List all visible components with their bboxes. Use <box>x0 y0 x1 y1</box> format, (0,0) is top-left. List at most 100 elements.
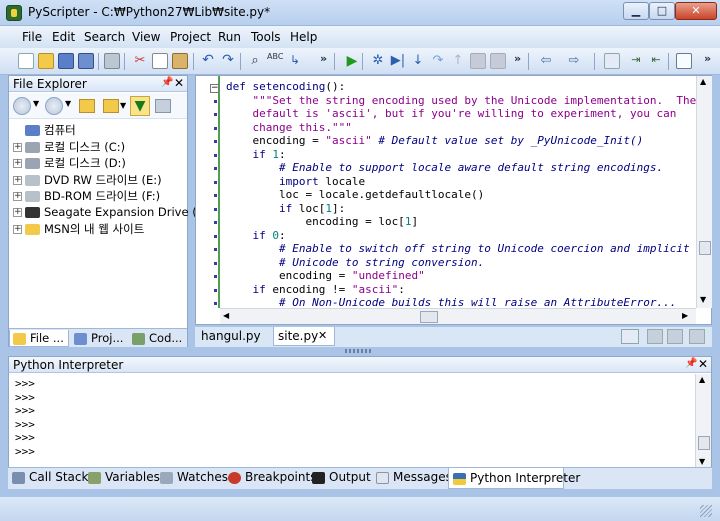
undo-icon[interactable]: ↶ <box>200 53 216 69</box>
close-icon[interactable]: ✕ <box>174 76 184 90</box>
save-all-icon[interactable] <box>78 53 94 69</box>
resize-grip[interactable] <box>700 505 712 517</box>
scroll-thumb[interactable] <box>698 436 710 450</box>
tree-item[interactable]: + DVD RW 드라이브 (E:) <box>13 172 162 188</box>
step-over-icon[interactable]: ↷ <box>430 53 446 69</box>
pause-icon[interactable] <box>470 53 486 69</box>
filter-icon[interactable]: ▼ <box>130 96 150 116</box>
replace-icon[interactable]: ABC <box>267 53 283 69</box>
scroll-up-icon[interactable]: ▲ <box>700 77 706 86</box>
code-line[interactable]: if 0: <box>226 229 285 243</box>
editor-vertical-scrollbar[interactable]: ▲ ▼ <box>696 76 712 308</box>
new-tab-icon[interactable] <box>647 329 663 344</box>
tab-watches[interactable]: Watches <box>160 470 228 488</box>
interpreter-output[interactable]: >>> >>> >>> >>> >>> >>> <box>15 377 35 458</box>
scroll-right-icon[interactable]: ▶ <box>682 311 688 320</box>
tree-item[interactable]: + 로컬 디스크 (C:) <box>13 139 125 155</box>
code-line[interactable]: # Enable to switch off string to Unicode… <box>226 242 690 256</box>
code-line[interactable]: if 1: <box>226 148 285 162</box>
scroll-thumb[interactable] <box>699 241 711 255</box>
tab-file-explorer[interactable]: File ... <box>9 330 69 347</box>
code-line[interactable]: def setencoding(): <box>226 80 345 94</box>
tree-item[interactable]: + 로컬 디스크 (D:) <box>13 155 126 171</box>
redo-icon[interactable]: ↷ <box>220 53 236 69</box>
tab-variables[interactable]: Variables <box>88 470 160 488</box>
chevron-down-icon[interactable]: ▼ <box>120 101 126 110</box>
scroll-up-icon[interactable]: ▲ <box>699 375 705 384</box>
code-line[interactable]: # Enable to support locale aware default… <box>226 161 663 175</box>
minimize-button[interactable]: ▁ <box>623 2 649 20</box>
code-area[interactable]: def setencoding(): """Set the string enc… <box>226 80 696 308</box>
dedent-icon[interactable]: ⇤ <box>648 53 664 69</box>
scroll-thumb[interactable] <box>420 311 438 323</box>
tab-output[interactable]: Output <box>312 470 371 488</box>
scroll-down-icon[interactable]: ▼ <box>699 457 705 466</box>
copy-icon[interactable] <box>152 53 168 69</box>
interpreter-scrollbar[interactable]: ▲ ▼ <box>695 374 711 470</box>
tab-list-icon[interactable] <box>621 329 639 344</box>
paste-icon[interactable] <box>172 53 188 69</box>
tab-messages[interactable]: Messages <box>376 470 452 488</box>
run-to-cursor-icon[interactable]: ▶| <box>390 53 406 69</box>
expand-icon[interactable]: + <box>13 142 22 152</box>
code-line[interactable]: import locale <box>226 175 365 189</box>
tab-site-py[interactable]: site.py ✕ <box>273 327 335 346</box>
tree-item[interactable]: + BD-ROM 드라이브 (F:) <box>13 188 160 204</box>
indent-icon[interactable]: ⇥ <box>628 53 644 69</box>
toolbar-overflow-icon-2[interactable]: » <box>514 52 521 65</box>
tab-python-interpreter[interactable]: Python Interpreter <box>448 468 580 489</box>
stop-icon[interactable] <box>490 53 506 69</box>
menu-edit[interactable]: Edit <box>52 30 75 44</box>
menu-project[interactable]: Project <box>170 30 211 44</box>
code-line[interactable]: change this.""" <box>226 121 351 135</box>
code-line[interactable]: """Set the string encoding used by the U… <box>226 94 696 108</box>
tab-hangul-py[interactable]: hangul.py <box>197 327 273 346</box>
code-line[interactable]: encoding = "undefined" <box>226 269 425 283</box>
tree-item[interactable]: 컴퓨터 <box>13 122 76 138</box>
splitter-handle[interactable] <box>345 349 371 353</box>
step-into-icon[interactable]: ↓ <box>410 53 426 69</box>
editor-horizontal-scrollbar[interactable]: ◀ ▶ <box>220 308 696 324</box>
code-editor[interactable]: − def setencoding(): """Set the string e… <box>195 75 712 325</box>
menu-tools[interactable]: Tools <box>251 30 281 44</box>
browse-folder-icon[interactable] <box>103 99 119 113</box>
toolbar-overflow-icon-3[interactable]: » <box>704 52 711 65</box>
back-icon[interactable]: ⇦ <box>538 53 554 69</box>
menu-search[interactable]: Search <box>84 30 125 44</box>
layout-icon[interactable] <box>676 53 692 69</box>
tab-code-explorer[interactable]: Cod... <box>129 330 187 347</box>
print-icon[interactable] <box>104 53 120 69</box>
run-icon[interactable]: ▶ <box>344 53 360 69</box>
expand-icon[interactable]: + <box>13 175 22 185</box>
close-all-icon[interactable] <box>689 329 705 344</box>
scroll-left-icon[interactable]: ◀ <box>223 311 229 320</box>
chevron-down-icon[interactable]: ▼ <box>65 99 71 108</box>
expand-icon[interactable]: + <box>13 225 22 234</box>
close-button[interactable]: ✕ <box>675 2 717 20</box>
code-line[interactable]: encoding = "ascii" # Default value set b… <box>226 134 643 148</box>
settings-icon[interactable] <box>155 99 171 113</box>
find-icon[interactable]: ⌕ <box>247 53 263 69</box>
step-out-icon[interactable]: ↑ <box>450 53 466 69</box>
code-line[interactable]: if encoding != "ascii": <box>226 283 404 297</box>
menu-help[interactable]: Help <box>290 30 317 44</box>
editor-gutter[interactable]: − <box>196 76 220 308</box>
expand-icon[interactable]: + <box>13 207 22 217</box>
chevron-down-icon[interactable]: ▼ <box>33 99 39 108</box>
tab-project-explorer[interactable]: Proj... <box>71 330 127 347</box>
menu-file[interactable]: File <box>22 30 42 44</box>
code-line[interactable]: if loc[1]: <box>226 202 345 216</box>
forward-nav-icon[interactable] <box>45 97 63 115</box>
bookmark-icon[interactable] <box>604 53 620 69</box>
forward-icon[interactable]: ⇨ <box>566 53 582 69</box>
code-line[interactable]: loc = locale.getdefaultlocale() <box>226 188 484 202</box>
code-line[interactable]: default is 'ascii', but if you're willin… <box>226 107 676 121</box>
debug-icon[interactable]: ✲ <box>370 53 386 69</box>
tree-item[interactable]: + Seagate Expansion Drive (G:) <box>13 205 214 219</box>
cut-icon[interactable]: ✂ <box>132 53 148 69</box>
save-icon[interactable] <box>58 53 74 69</box>
close-tab-icon[interactable]: ✕ <box>318 329 327 342</box>
expand-icon[interactable]: + <box>13 159 22 168</box>
tree-item[interactable]: + MSN의 내 웹 사이트 <box>13 221 144 237</box>
fold-icon[interactable]: − <box>210 84 219 93</box>
